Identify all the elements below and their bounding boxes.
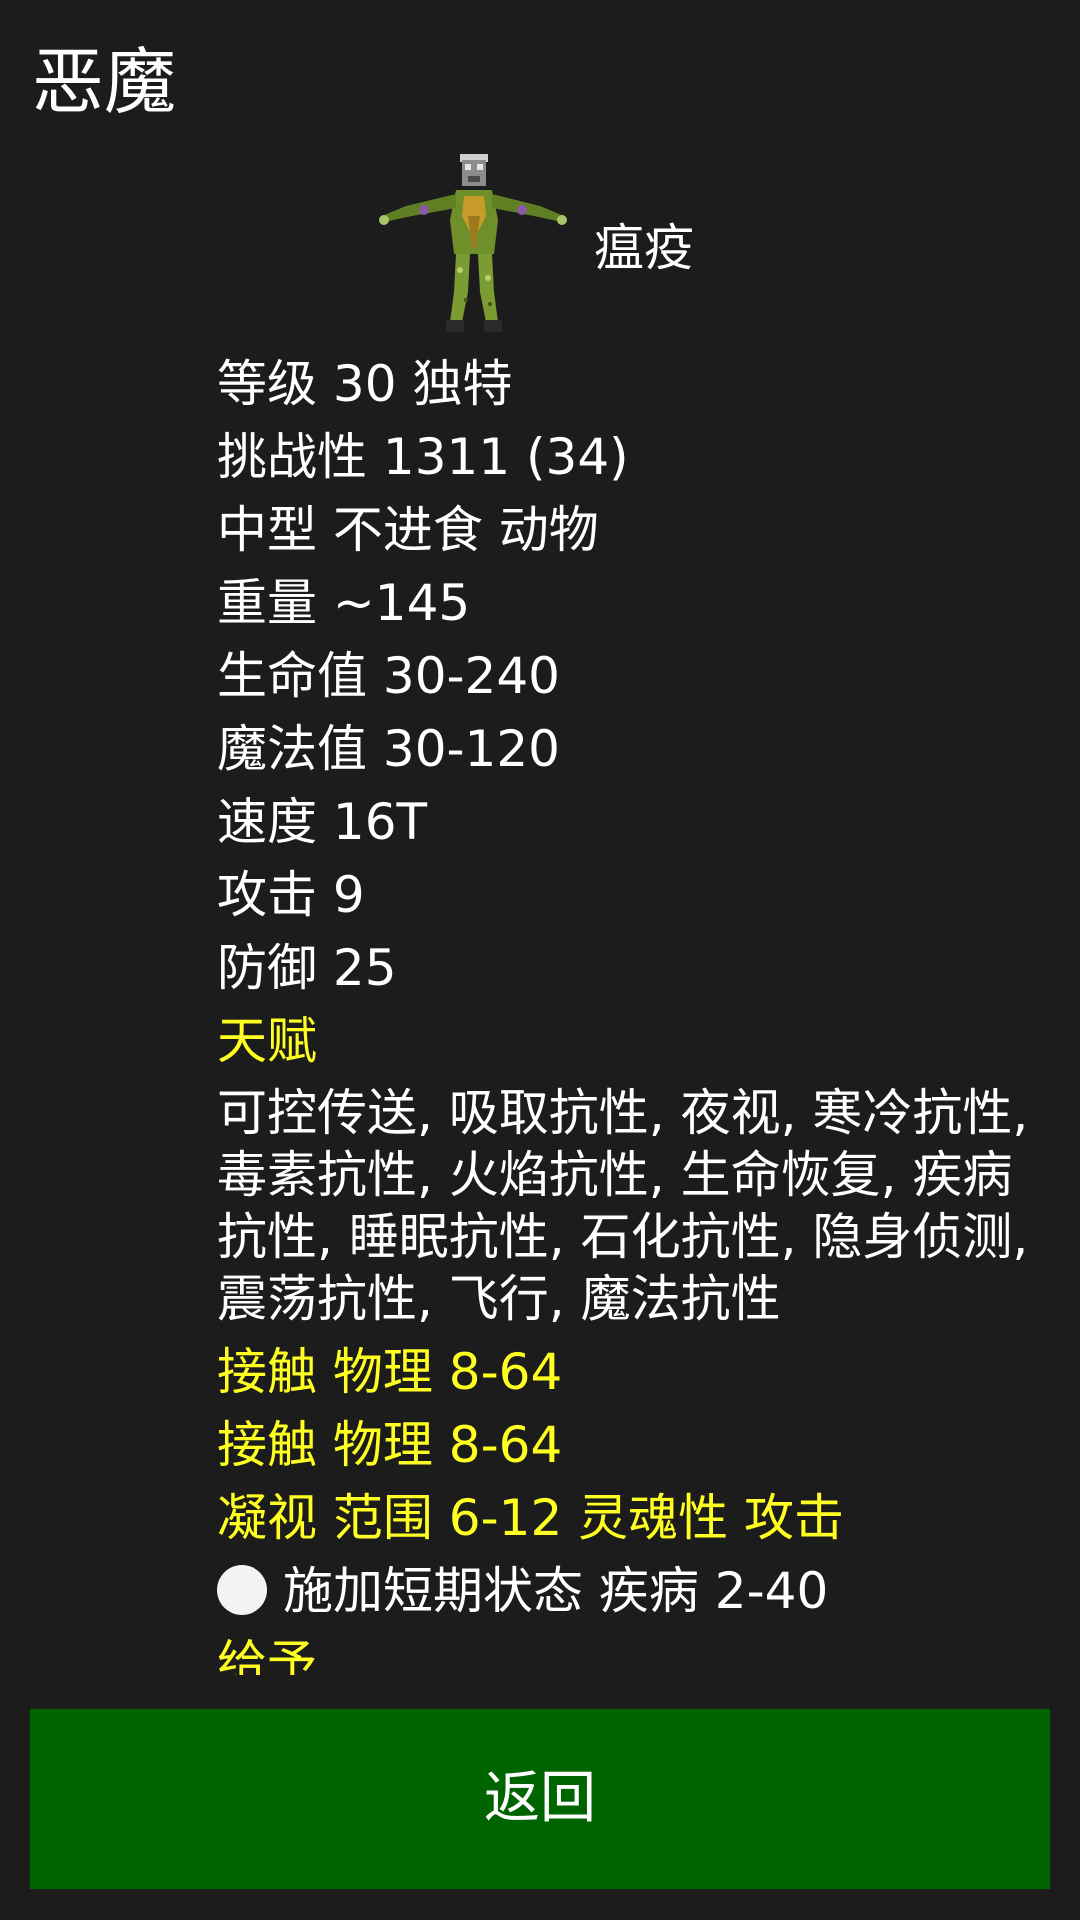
bullet-dot-icon (217, 1565, 267, 1615)
stat-level: 等级 30 独特 (217, 355, 513, 413)
attack-entry: 接触 物理 8-64 (217, 1416, 563, 1474)
back-button[interactable]: 返回 (30, 1709, 1050, 1889)
effect-text: 施加短期状态 疾病 2-40 (283, 1562, 829, 1620)
plague-demon-icon (379, 154, 567, 332)
stat-weight: 重量 ~145 (217, 574, 471, 632)
effect-entry: 施加短期状态 疾病 2-40 (217, 1555, 1059, 1628)
stat-challenge: 挑战性 1311 (34) (217, 428, 629, 486)
monster-name: 瘟疫 (594, 219, 694, 277)
stat-mp: 魔法值 30-120 (217, 720, 560, 778)
stats-list: 等级 30 独特 挑战性 1311 (34) 中型 不进食 动物 重量 ~145… (217, 348, 1059, 1675)
stat-type: 中型 不进食 动物 (217, 501, 599, 559)
grants-heading: 给予 (217, 1635, 317, 1675)
stat-hp: 生命值 30-240 (217, 647, 560, 705)
stat-speed: 速度 16T (217, 793, 428, 851)
talents-heading: 天赋 (217, 1012, 317, 1070)
talents-list: 可控传送, 吸取抗性, 夜视, 寒冷抗性, 毒素抗性, 火焰抗性, 生命恢复, … (217, 1084, 1029, 1328)
stats-scroll-area[interactable]: 等级 30 独特 挑战性 1311 (34) 中型 不进食 动物 重量 ~145… (0, 348, 1080, 1675)
stat-attack: 攻击 9 (217, 866, 365, 924)
monster-sprite (372, 150, 572, 340)
attack-entry: 接触 物理 8-64 (217, 1343, 563, 1401)
attack-entry: 凝视 范围 6-12 灵魂性 攻击 (217, 1489, 845, 1547)
stat-defense: 防御 25 (217, 939, 397, 997)
page-title: 恶魔 (32, 40, 177, 124)
